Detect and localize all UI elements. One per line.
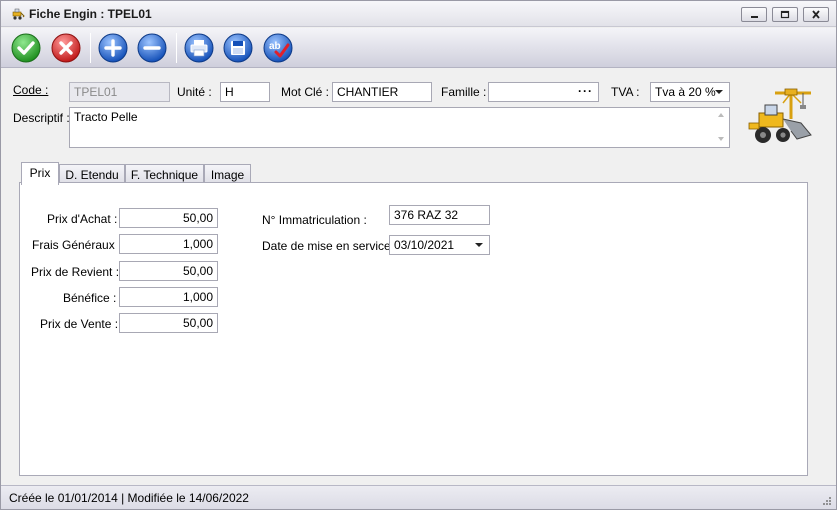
benefice-label: Bénéfice :: [63, 291, 117, 305]
prix-revient-label: Prix de Revient :: [31, 265, 120, 279]
mise-en-service-datepicker[interactable]: 03/10/2021: [389, 235, 490, 255]
tab-f-technique[interactable]: F. Technique: [125, 164, 204, 184]
code-label: Code :: [13, 83, 49, 97]
mise-en-service-label: Date de mise en service :: [262, 239, 398, 253]
save-disk-icon[interactable]: [222, 32, 254, 64]
printer-icon[interactable]: [183, 32, 215, 64]
descriptif-textarea[interactable]: Tracto Pelle: [69, 107, 730, 148]
frais-generaux-label: Frais Généraux :: [32, 238, 122, 252]
cancel-x-icon[interactable]: [50, 32, 82, 64]
famille-browse-button[interactable]: ···: [578, 84, 593, 98]
mise-en-service-value: 03/10/2021: [394, 238, 455, 252]
toolbar-separator: [90, 33, 91, 63]
toolbar-separator: [176, 33, 177, 63]
validate-check-icon[interactable]: [10, 32, 42, 64]
tab-image[interactable]: Image: [204, 164, 251, 184]
chevron-down-icon[interactable]: [715, 90, 723, 94]
window-title: Fiche Engin : TPEL01: [29, 7, 152, 21]
descriptif-value: Tracto Pelle: [74, 110, 138, 124]
prix-revient-field[interactable]: 50,00: [119, 261, 218, 281]
scroll-down-icon[interactable]: [718, 137, 724, 141]
immatriculation-field[interactable]: 376 RAZ 32: [389, 205, 490, 225]
prix-vente-label: Prix de Vente :: [40, 317, 119, 331]
spellcheck-icon[interactable]: ab: [262, 32, 294, 64]
scroll-up-icon[interactable]: [718, 113, 724, 117]
famille-field[interactable]: ···: [488, 82, 599, 102]
motcle-label: Mot Clé :: [281, 85, 330, 99]
prix-panel: Prix d'Achat : 50,00 Frais Généraux : 1,…: [19, 182, 808, 476]
status-bar: Créée le 01/01/2014 | Modifiée le 14/06/…: [1, 485, 836, 509]
toolbar: ab: [1, 28, 836, 68]
tab-d-etendu[interactable]: D. Etendu: [59, 164, 125, 184]
minimize-icon: [751, 16, 758, 18]
descriptif-label: Descriptif :: [13, 111, 70, 125]
remove-minus-icon[interactable]: [136, 32, 168, 64]
unite-field[interactable]: H: [220, 82, 270, 102]
immatriculation-label: N° Immatriculation :: [262, 213, 367, 227]
frais-generaux-field[interactable]: 1,000: [119, 234, 218, 254]
prix-achat-field[interactable]: 50,00: [119, 208, 218, 228]
excavator-icon: [12, 8, 25, 20]
minimize-button[interactable]: [741, 7, 767, 22]
construction-machine-icon: [748, 88, 812, 143]
svg-text:ab: ab: [269, 41, 281, 52]
title-bar[interactable]: Fiche Engin : TPEL01: [1, 1, 836, 27]
maximize-icon: [780, 10, 790, 19]
code-field[interactable]: TPEL01: [69, 82, 170, 102]
famille-label: Famille :: [441, 85, 487, 99]
tva-value: Tva à 20 %: [655, 85, 716, 99]
benefice-field[interactable]: 1,000: [119, 287, 218, 307]
prix-vente-field[interactable]: 50,00: [119, 313, 218, 333]
unite-label: Unité :: [177, 85, 212, 99]
resize-grip-icon[interactable]: [822, 496, 832, 506]
prix-achat-label: Prix d'Achat :: [47, 212, 118, 226]
add-plus-icon[interactable]: [97, 32, 129, 64]
status-text: Créée le 01/01/2014 | Modifiée le 14/06/…: [9, 491, 249, 505]
tva-label: TVA :: [611, 85, 640, 99]
close-icon: [812, 10, 820, 19]
tab-prix[interactable]: Prix: [21, 162, 59, 185]
close-window-button[interactable]: [803, 7, 829, 22]
maximize-button[interactable]: [772, 7, 798, 22]
chevron-down-icon[interactable]: [475, 243, 483, 247]
motcle-field[interactable]: CHANTIER: [332, 82, 432, 102]
window: Fiche Engin : TPEL01 ab Code: TPEL01 Un…: [0, 0, 837, 510]
tva-select[interactable]: Tva à 20 %: [650, 82, 730, 102]
